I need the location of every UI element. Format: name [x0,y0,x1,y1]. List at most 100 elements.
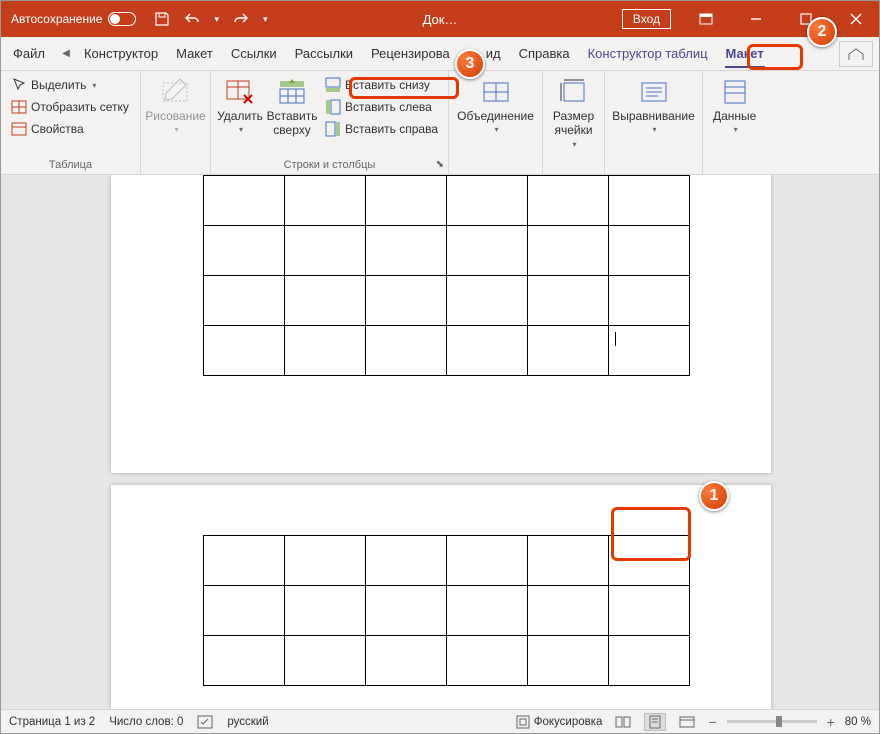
proofing-icon[interactable] [197,715,213,729]
toggle-off-icon [108,12,136,26]
qat-overflow-icon[interactable]: ▾ [263,14,268,25]
draw-label: Рисование [145,109,205,123]
focus-icon [516,715,530,729]
quick-access-toolbar: ▾ ▾ [146,11,275,27]
group-table-label: Таблица [5,159,136,174]
insert-left-button[interactable]: Вставить слева [321,97,442,117]
zoom-slider[interactable] [727,720,817,723]
delete-table-icon [224,77,256,107]
web-layout-button[interactable] [676,713,698,731]
share-button[interactable] [839,41,873,67]
insert-right-label: Вставить справа [345,122,438,136]
insert-above-label: Вставить сверху [267,109,318,138]
active-cell[interactable] [609,326,690,376]
group-merge: Объединение ▾ [449,71,543,174]
undo-icon[interactable] [184,11,200,27]
group-alignment: Выравнивание ▾ [605,71,703,174]
select-button[interactable]: Выделить ▾ [7,75,133,95]
insert-above-icon [276,77,308,107]
properties-button[interactable]: Свойства [7,119,133,139]
properties-label: Свойства [31,122,84,136]
close-button[interactable] [833,1,879,37]
draw-table-icon [160,77,192,107]
merge-icon [480,77,512,107]
focus-mode-button[interactable]: Фокусировка [516,715,603,729]
insert-right-icon [325,121,341,137]
user-table-1[interactable] [203,175,690,376]
status-bar: Страница 1 из 2 Число слов: 0 русский Фо… [1,709,879,733]
focus-label: Фокусировка [534,716,603,728]
document-title: Док… [423,12,458,27]
page-indicator[interactable]: Страница 1 из 2 [9,716,95,728]
insert-above-button[interactable]: Вставить сверху [267,73,317,142]
chevron-down-icon: ▾ [174,125,178,135]
zoom-level[interactable]: 80 % [845,716,871,728]
cursor-icon [11,77,27,93]
group-cell-size: Размер ячейки ▾ [543,71,605,174]
chevron-down-icon: ▾ [92,81,96,90]
zoom-in-button[interactable]: + [827,714,835,730]
zoom-out-button[interactable]: − [708,714,716,730]
chevron-down-icon: ▾ [652,125,656,135]
document-area[interactable] [1,175,879,709]
chevron-down-icon: ▾ [239,125,243,135]
insert-below-icon [325,77,341,93]
alignment-button[interactable]: Выравнивание ▾ [609,73,698,139]
insert-right-button[interactable]: Вставить справа [321,119,442,139]
merge-button[interactable]: Объединение ▾ [453,73,538,139]
page-2 [111,485,771,709]
tab-scroll-right[interactable]: ▶ [459,43,477,65]
chevron-down-icon: ▾ [494,125,498,135]
tab-mailings[interactable]: Рассылки [286,37,362,70]
insert-left-icon [325,99,341,115]
data-button[interactable]: Данные▾ [707,73,762,139]
word-count[interactable]: Число слов: 0 [109,716,183,728]
language-indicator[interactable]: русский [227,716,268,728]
autosave-label: Автосохранение [11,12,102,26]
view-gridlines-button[interactable]: Отобразить сетку [7,97,133,117]
group-draw: Рисование ▾ [141,71,211,174]
delete-button[interactable]: Удалить▾ [215,73,265,139]
dialog-launcher-icon[interactable]: ⬊ [436,159,444,170]
tab-view[interactable]: ид [477,37,510,70]
title-bar: Автосохранение ▾ ▾ Док… Вход [1,1,879,37]
ribbon-display-button[interactable] [683,1,729,37]
group-table: Выделить ▾ Отобразить сетку Свойства Табл… [1,71,141,174]
redo-icon[interactable] [233,11,249,27]
tab-layout[interactable]: Макет [167,37,222,70]
autosave-toggle[interactable]: Автосохранение [1,12,146,26]
grid-icon [11,99,27,115]
draw-button: Рисование ▾ [145,73,206,139]
print-layout-button[interactable] [644,713,666,731]
minimize-button[interactable] [733,1,779,37]
tab-help[interactable]: Справка [510,37,579,70]
tab-review[interactable]: Рецензирова [362,37,459,70]
cell-size-button[interactable]: Размер ячейки ▾ [547,73,600,153]
properties-icon [11,121,27,137]
tab-file[interactable]: Файл [1,37,57,70]
tab-references[interactable]: Ссылки [222,37,286,70]
merge-label: Объединение [457,109,534,123]
cell-size-label: Размер ячейки [553,109,594,138]
tab-table-layout[interactable]: Макет [717,37,773,70]
alignment-label: Выравнивание [612,109,695,123]
user-table-2[interactable] [203,535,690,686]
group-rows-cols-label: Строки и столбцы [215,159,444,174]
maximize-button[interactable] [783,1,829,37]
tab-design[interactable]: Конструктор [75,37,167,70]
select-label: Выделить [31,78,86,92]
read-mode-button[interactable] [612,713,634,731]
data-label: Данные [713,109,756,123]
login-button[interactable]: Вход [622,9,671,29]
insert-below-button[interactable]: Вставить снизу [321,75,442,95]
insert-below-label: Вставить снизу [345,78,430,92]
page-1 [111,175,771,473]
insert-left-label: Вставить слева [345,100,432,114]
tab-table-design[interactable]: Конструктор таблиц [579,37,717,70]
chevron-down-icon: ▾ [572,140,576,150]
save-icon[interactable] [154,11,170,27]
data-icon [719,77,751,107]
tab-scroll-left[interactable]: ◀ [57,43,75,65]
group-data: Данные▾ [703,71,767,174]
qat-dropdown-icon[interactable]: ▾ [214,14,219,25]
